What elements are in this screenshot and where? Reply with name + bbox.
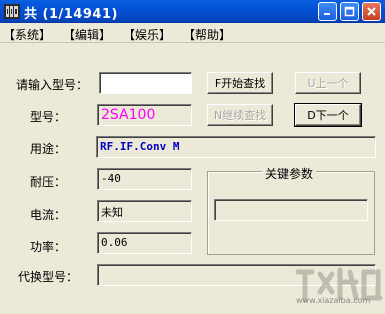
input-model-label: 请输入型号：: [16, 78, 89, 92]
maximize-button[interactable]: [340, 2, 359, 21]
maximize-icon: [344, 6, 355, 17]
prev-button[interactable]: U上一个: [295, 72, 361, 94]
continue-search-button[interactable]: N继续查找: [207, 104, 273, 126]
usage-field: RF.IF.Conv M: [96, 136, 376, 158]
close-button[interactable]: [362, 2, 381, 21]
app-icon: [4, 4, 20, 19]
menu-bar: 【系统】 【编辑】 【娱乐】 【帮助】: [0, 23, 385, 43]
power-field: 0.06: [97, 232, 192, 254]
voltage-label: 耐压：: [30, 175, 67, 189]
next-button[interactable]: D下一个: [294, 103, 362, 127]
voltage-field: -40: [97, 168, 192, 190]
watermark-logo: [295, 267, 383, 303]
power-label: 功率：: [30, 240, 67, 254]
model-field: 2SA100: [97, 104, 192, 126]
menu-help[interactable]: 【帮助】: [183, 26, 231, 43]
current-field: 未知: [97, 200, 192, 222]
minimize-button[interactable]: [318, 2, 337, 21]
window-title: 共 (1/14941): [24, 7, 118, 22]
menu-entertainment[interactable]: 【娱乐】: [123, 26, 171, 43]
title-bar[interactable]: 共 (1/14941): [0, 0, 385, 23]
key-parameters-title: 关键参数: [262, 165, 317, 182]
model-search-input[interactable]: [99, 72, 192, 94]
menu-system[interactable]: 【系统】: [3, 26, 51, 43]
usage-label: 用途：: [30, 142, 67, 156]
replacement-model-label: 代换型号：: [18, 270, 79, 284]
minimize-icon: [324, 13, 330, 15]
start-search-button[interactable]: F开始查找: [207, 72, 273, 94]
watermark-url: www.xiazaiba.com: [296, 296, 371, 305]
model-label: 型号：: [30, 110, 67, 124]
menu-edit[interactable]: 【编辑】: [63, 26, 111, 43]
current-label: 电流：: [30, 208, 67, 222]
key-parameters-field: [214, 199, 368, 221]
close-icon: [367, 7, 376, 16]
